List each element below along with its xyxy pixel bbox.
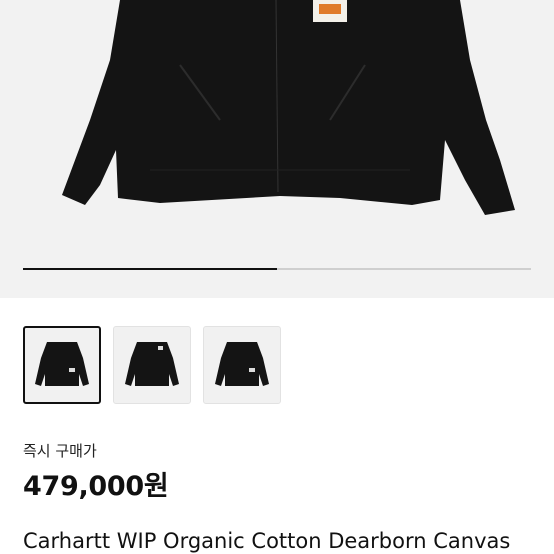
gallery-progress-fill: [23, 268, 277, 270]
jacket-image: [62, 0, 515, 215]
gallery-progress-track: [23, 268, 531, 270]
thumbnail-2[interactable]: [113, 326, 191, 404]
product-hero-image[interactable]: [0, 0, 554, 298]
jacket-thumbnail-icon: [35, 342, 89, 386]
thumbnail-strip: [23, 326, 281, 404]
purchase-label: 즉시 구매가: [23, 442, 97, 460]
jacket-thumbnail-icon: [125, 342, 179, 386]
jacket-thumbnail-icon: [215, 342, 269, 386]
thumbnail-1[interactable]: [23, 326, 101, 404]
product-title: Carhartt WIP Organic Cotton Dearborn Can…: [23, 529, 511, 553]
price: 479,000원: [23, 471, 169, 502]
thumbnail-3[interactable]: [203, 326, 281, 404]
